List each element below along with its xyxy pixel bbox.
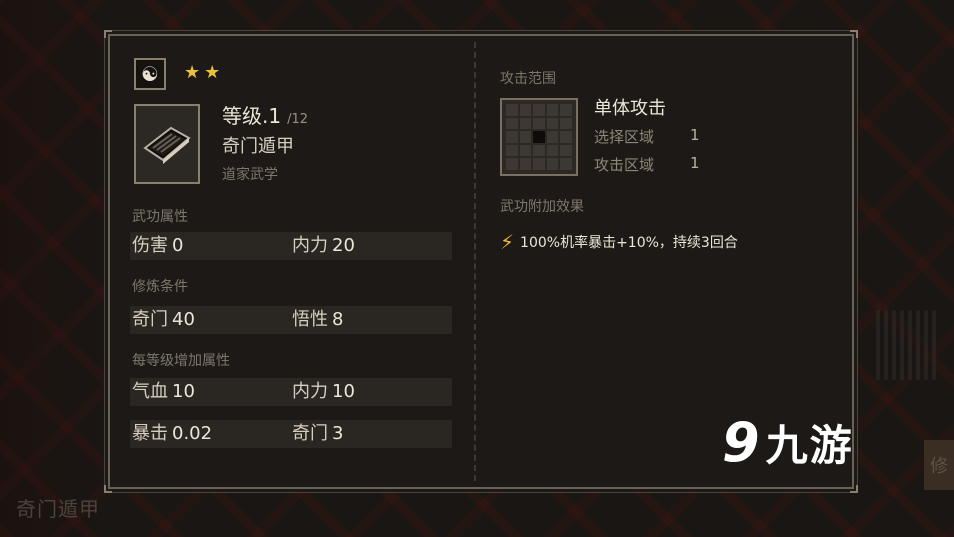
watermark: 9 九游 — [722, 412, 854, 473]
stat-value: 0 — [172, 235, 184, 256]
per-level-crit: 暴击 0.02 — [132, 420, 212, 448]
range-cell — [546, 131, 559, 143]
lightning-icon: ⚡ — [500, 230, 515, 254]
stat-value: 8 — [332, 309, 344, 330]
stat-name: 奇门 — [132, 309, 168, 330]
range-cell — [560, 158, 572, 170]
attack-type: 单体攻击 — [594, 98, 666, 119]
range-cell — [519, 104, 532, 116]
watermark-text: 九游 — [765, 421, 854, 470]
attributes-row: 伤害 0 内力 20 — [130, 232, 452, 260]
yin-yang-icon: ☯ — [134, 58, 166, 90]
range-cell — [533, 144, 545, 157]
range-cell — [506, 131, 518, 143]
range-cell — [546, 144, 559, 157]
attack-area-value: 1 — [690, 154, 700, 172]
range-cell — [519, 117, 532, 130]
stat-internal-force: 内力 20 — [292, 232, 355, 260]
req-qimen: 奇门 40 — [132, 306, 195, 334]
stat-name: 悟性 — [292, 309, 328, 330]
stat-damage: 伤害 0 — [132, 232, 183, 260]
range-cell — [533, 104, 545, 116]
panel-corner — [104, 485, 112, 493]
range-cell — [506, 104, 518, 116]
req-comprehension: 悟性 8 — [292, 306, 343, 334]
range-cell — [519, 158, 532, 170]
range-cell — [560, 104, 572, 116]
per-level-row: 暴击 0.02 奇门 3 — [130, 420, 452, 448]
per-level-internal-force: 内力 10 — [292, 378, 355, 406]
column-divider — [474, 42, 476, 481]
extra-effect: ⚡ 100%机率暴击+10%，持续3回合 — [500, 230, 738, 254]
skill-name: 奇门遁甲 — [222, 136, 294, 157]
attributes-section-label: 武功属性 — [132, 209, 188, 225]
requirements-section-label: 修炼条件 — [132, 279, 188, 295]
background-skill-label: 奇门遁甲 — [16, 497, 100, 521]
select-area: 选择区域 1 — [594, 126, 700, 147]
per-level-row: 气血 10 内力 10 — [130, 378, 452, 406]
select-area-value: 1 — [690, 126, 700, 144]
level-label: 等级.1 — [222, 104, 282, 128]
stat-name: 暴击 — [132, 423, 168, 444]
background-shade — [0, 0, 120, 537]
background-decoration — [876, 310, 936, 380]
stat-name: 内力 — [292, 381, 328, 402]
range-cell — [546, 117, 559, 130]
select-area-label: 选择区域 — [594, 128, 655, 146]
range-cell — [506, 117, 518, 130]
range-cell — [546, 158, 559, 170]
stat-value: 0.02 — [172, 423, 213, 444]
stat-name: 气血 — [132, 381, 168, 402]
stat-value: 40 — [172, 309, 195, 330]
star-icon: ★ — [184, 62, 201, 83]
panel-corner — [850, 485, 858, 493]
skill-type: 道家武学 — [222, 167, 278, 183]
range-cell — [519, 144, 532, 157]
stat-name: 内力 — [292, 235, 328, 256]
star-rating: ★ ★ — [184, 62, 220, 84]
range-cell — [533, 117, 545, 130]
range-cell — [546, 104, 559, 116]
range-cell — [560, 144, 572, 157]
level-max: /12 — [287, 112, 309, 127]
star-icon: ★ — [204, 62, 221, 83]
per-level-hp: 气血 10 — [132, 378, 195, 406]
stat-name: 伤害 — [132, 235, 168, 256]
skill-book-icon — [134, 104, 200, 184]
watermark-logo-icon: 9 — [722, 410, 760, 474]
requirements-row: 奇门 40 悟性 8 — [130, 306, 452, 334]
extra-effect-section-label: 武功附加效果 — [500, 199, 584, 215]
stat-value: 3 — [332, 423, 344, 444]
range-cell-target — [533, 131, 545, 143]
stat-value: 10 — [332, 381, 355, 402]
panel-corner — [104, 30, 112, 38]
attack-range-section-label: 攻击范围 — [500, 71, 556, 87]
range-cell — [506, 144, 518, 157]
extra-effect-text: 100%机率暴击+10%，持续3回合 — [520, 235, 738, 251]
attack-area-label: 攻击区域 — [594, 156, 655, 174]
attack-area: 攻击区域 1 — [594, 154, 700, 175]
range-cell — [560, 131, 572, 143]
attack-range-grid — [500, 98, 578, 176]
stat-value: 10 — [172, 381, 195, 402]
per-level-qimen: 奇门 3 — [292, 420, 343, 448]
background-practice-button[interactable]: 修 — [924, 440, 954, 490]
stat-name: 奇门 — [292, 423, 328, 444]
stat-value: 20 — [332, 235, 355, 256]
panel-corner — [850, 30, 858, 38]
range-cell — [506, 158, 518, 170]
per-level-section-label: 每等级增加属性 — [132, 353, 230, 369]
range-cell — [519, 131, 532, 143]
range-cell — [533, 158, 545, 170]
skill-level: 等级.1/12 — [222, 100, 308, 129]
range-cell — [560, 117, 572, 130]
